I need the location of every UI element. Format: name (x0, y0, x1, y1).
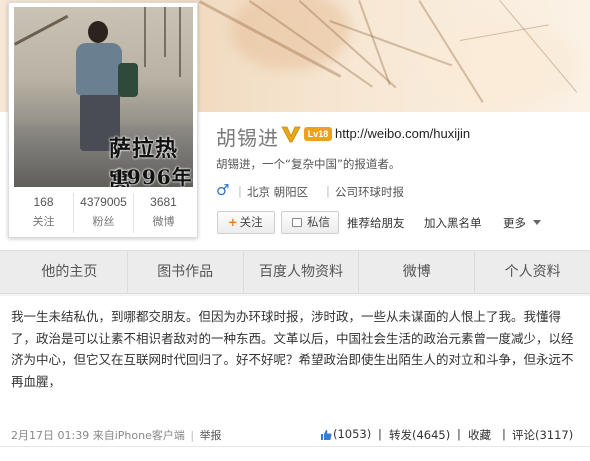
male-icon: ♂ (216, 181, 230, 199)
more-dropdown[interactable]: 更多 (503, 215, 526, 231)
like-thumb-icon[interactable] (320, 429, 332, 441)
post-divider (0, 446, 590, 447)
profile-tabs: 他的主页 图书作品 百度人物资料 微博 个人资料 (0, 250, 590, 294)
profile-url-link[interactable]: http://weibo.com/huxijin (335, 126, 470, 141)
action-separator: | (457, 427, 461, 441)
avatar-bag (118, 63, 138, 97)
message-button-label: 私信 (307, 215, 330, 229)
message-icon (292, 218, 302, 227)
avatar-tree-2 (164, 7, 166, 57)
profile-bio: 胡锡进，一个“复杂中国”的报道者。 (216, 157, 401, 171)
profile-name: 胡锡进 (216, 126, 279, 150)
avatar-tree-3 (179, 7, 181, 77)
stat-posts-count: 3681 (150, 195, 177, 209)
post-timestamp[interactable]: 2月17日 01:39 (11, 429, 89, 442)
info-separator: | (238, 184, 242, 198)
report-link[interactable]: 举报 (200, 429, 222, 442)
like-count[interactable]: (1053) (333, 427, 371, 441)
meta-separator: | (190, 429, 195, 442)
avatar-tree-1 (144, 7, 146, 67)
comment-link[interactable]: 评论(3117) (512, 427, 573, 443)
blacklist-link[interactable]: 加入黑名单 (424, 215, 482, 231)
chevron-down-icon (533, 220, 541, 225)
favorite-link[interactable]: 收藏 (468, 427, 491, 443)
stat-followers[interactable]: 4379005 粉丝 (74, 193, 134, 233)
stat-following[interactable]: 168 关注 (14, 193, 74, 233)
stat-followers-count: 4379005 (80, 195, 127, 209)
info-separator: | (326, 184, 330, 198)
post-meta: 2月17日 01:39 来自iPhone客户端 | 举报 (11, 427, 222, 443)
post-source[interactable]: 来自iPhone客户端 (93, 429, 185, 442)
action-separator: | (378, 427, 382, 441)
profile-company[interactable]: 公司环球时报 (335, 184, 404, 200)
avatar-card: 萨拉热窝 1996年 168 关注 4379005 粉丝 3681 微博 (8, 2, 198, 238)
tab-books[interactable]: 图书作品 (128, 251, 244, 293)
follow-button-label: 关注 (239, 215, 263, 229)
stat-posts-label: 微博 (152, 215, 175, 228)
weibo-post: 我一生未结私仇，到哪都交朋友。但因为办环球时报，涉时政，一些从未谋面的人恨上了我… (0, 296, 590, 461)
repost-link[interactable]: 转发(4645) (389, 427, 450, 443)
follow-button[interactable]: + 关注 (217, 211, 275, 234)
avatar-caption-2: 1996年 (112, 165, 193, 187)
verified-v-icon[interactable] (281, 125, 301, 143)
avatar-person-body (76, 43, 122, 95)
profile-stats: 168 关注 4379005 粉丝 3681 微博 (14, 193, 193, 233)
tab-home[interactable]: 他的主页 (0, 251, 128, 293)
stat-following-count: 168 (33, 195, 54, 209)
level-badge[interactable]: Lv18 (304, 127, 332, 141)
avatar-person-head (88, 21, 108, 43)
profile-location[interactable]: 北京 朝阳区 (247, 184, 308, 200)
tab-weibo[interactable]: 微博 (359, 251, 476, 293)
tab-baidu-profile[interactable]: 百度人物资料 (244, 251, 360, 293)
action-separator: | (502, 427, 506, 441)
recommend-link[interactable]: 推荐给朋友 (347, 215, 405, 231)
plus-icon: + (228, 215, 238, 229)
stat-followers-label: 粉丝 (92, 215, 115, 228)
avatar[interactable]: 萨拉热窝 1996年 (14, 7, 193, 187)
tab-personal-info[interactable]: 个人资料 (475, 251, 590, 293)
stat-following-label: 关注 (32, 215, 55, 228)
message-button[interactable]: 私信 (281, 211, 339, 234)
stat-posts[interactable]: 3681 微博 (134, 193, 193, 233)
post-text: 我一生未结私仇，到哪都交朋友。但因为办环球时报，涉时政，一些从未谋面的人恨上了我… (11, 309, 574, 389)
